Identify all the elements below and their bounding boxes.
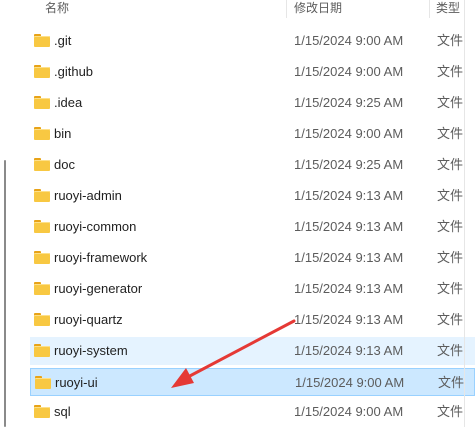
- file-name: .git: [54, 33, 72, 48]
- folder-icon: [34, 405, 50, 418]
- file-modified-date: 1/15/2024 9:13 AM: [294, 219, 404, 234]
- file-row[interactable]: ruoyi-admin 1/15/2024 9:13 AM 文件: [30, 182, 475, 210]
- file-modified-date: 1/15/2024 9:00 AM: [294, 126, 404, 141]
- file-type: 文件: [437, 157, 464, 172]
- column-divider[interactable]: [286, 0, 287, 18]
- file-type: 文件: [437, 95, 464, 110]
- file-name: .idea: [54, 95, 83, 110]
- column-header-name[interactable]: 名称: [45, 0, 69, 18]
- file-name: .github: [54, 64, 94, 79]
- file-modified-date: 1/15/2024 9:13 AM: [294, 250, 404, 265]
- folder-icon: [34, 189, 50, 202]
- file-modified-date: 1/15/2024 9:25 AM: [294, 157, 404, 172]
- folder-icon: [34, 34, 50, 47]
- file-row[interactable]: bin 1/15/2024 9:00 AM 文件: [30, 120, 475, 148]
- file-type: 文件: [437, 33, 464, 48]
- folder-icon: [34, 313, 50, 326]
- file-type: 文件: [437, 250, 464, 265]
- file-type: 文件: [437, 64, 464, 79]
- file-row[interactable]: ruoyi-generator 1/15/2024 9:13 AM 文件: [30, 275, 475, 303]
- folder-icon: [34, 282, 50, 295]
- file-name: bin: [54, 126, 72, 141]
- file-type: 文件: [437, 188, 464, 203]
- file-modified-date: 1/15/2024 9:00 AM: [295, 375, 405, 390]
- folder-icon: [34, 127, 50, 140]
- file-row[interactable]: .git 1/15/2024 9:00 AM 文件: [30, 27, 475, 55]
- file-row[interactable]: ruoyi-quartz 1/15/2024 9:13 AM 文件: [30, 306, 475, 334]
- navigation-scrollbar[interactable]: [4, 160, 6, 427]
- file-name: ruoyi-generator: [54, 281, 143, 296]
- file-row[interactable]: ruoyi-system 1/15/2024 9:13 AM 文件: [30, 337, 475, 365]
- file-name: ruoyi-framework: [54, 250, 148, 265]
- file-type: 文件: [438, 375, 465, 390]
- file-name: ruoyi-ui: [55, 375, 98, 390]
- column-header-type[interactable]: 类型: [436, 0, 460, 18]
- folder-icon: [34, 344, 50, 357]
- file-name: ruoyi-admin: [54, 188, 122, 203]
- file-name: ruoyi-common: [54, 219, 137, 234]
- file-row[interactable]: ruoyi-framework 1/15/2024 9:13 AM 文件: [30, 244, 475, 272]
- file-modified-date: 1/15/2024 9:13 AM: [294, 188, 404, 203]
- file-name: ruoyi-system: [54, 343, 128, 358]
- file-modified-date: 1/15/2024 9:25 AM: [294, 95, 404, 110]
- file-type: 文件: [437, 343, 464, 358]
- right-divider: [464, 0, 465, 427]
- column-divider[interactable]: [429, 0, 430, 18]
- file-type: 文件: [437, 281, 464, 296]
- file-row[interactable]: .github 1/15/2024 9:00 AM 文件: [30, 58, 475, 86]
- file-type: 文件: [437, 219, 464, 234]
- file-row[interactable]: doc 1/15/2024 9:25 AM 文件: [30, 151, 475, 179]
- file-type: 文件: [437, 404, 464, 419]
- file-modified-date: 1/15/2024 9:00 AM: [294, 64, 404, 79]
- folder-icon: [34, 251, 50, 264]
- file-name: ruoyi-quartz: [54, 312, 123, 327]
- folder-icon: [34, 158, 50, 171]
- column-header-modified[interactable]: 修改日期: [294, 0, 342, 18]
- file-row[interactable]: sql 1/15/2024 9:00 AM 文件: [30, 398, 475, 426]
- navigation-pane-edge: [0, 0, 7, 427]
- folder-icon: [34, 220, 50, 233]
- column-header: 名称 修改日期 类型: [0, 0, 475, 18]
- file-modified-date: 1/15/2024 9:00 AM: [294, 33, 404, 48]
- file-type: 文件: [437, 126, 464, 141]
- file-modified-date: 1/15/2024 9:00 AM: [294, 404, 404, 419]
- file-modified-date: 1/15/2024 9:13 AM: [294, 343, 404, 358]
- file-modified-date: 1/15/2024 9:13 AM: [294, 312, 404, 327]
- file-row[interactable]: .idea 1/15/2024 9:25 AM 文件: [30, 89, 475, 117]
- file-name: doc: [54, 157, 75, 172]
- folder-icon: [34, 96, 50, 109]
- folder-icon: [35, 376, 51, 389]
- folder-icon: [34, 65, 50, 78]
- file-row[interactable]: ruoyi-common 1/15/2024 9:13 AM 文件: [30, 213, 475, 241]
- file-type: 文件: [437, 312, 464, 327]
- file-row[interactable]: ruoyi-ui 1/15/2024 9:00 AM 文件: [30, 368, 475, 396]
- file-name: sql: [54, 404, 71, 419]
- file-modified-date: 1/15/2024 9:13 AM: [294, 281, 404, 296]
